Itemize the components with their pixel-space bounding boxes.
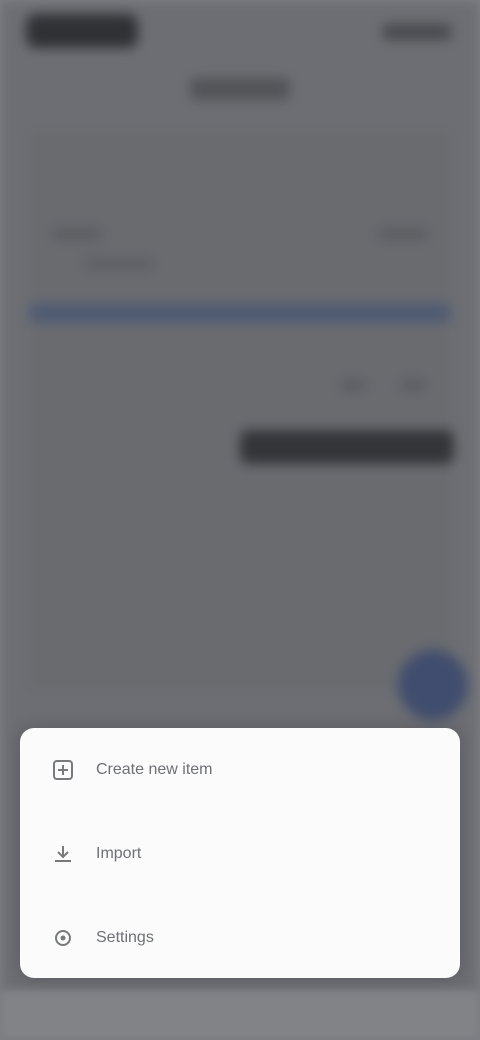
menu-item-label: Create new item: [96, 761, 213, 778]
menu-item-label: Import: [96, 845, 142, 862]
system-navigation-bar: [0, 990, 480, 1040]
bottom-sheet-menu: Create new item Import Settings: [20, 728, 460, 978]
add-box-icon: [50, 757, 76, 783]
gear-icon: [50, 925, 76, 951]
menu-item-import[interactable]: Import: [20, 812, 460, 896]
download-icon: [50, 841, 76, 867]
menu-item-create[interactable]: Create new item: [20, 728, 460, 812]
menu-item-settings[interactable]: Settings: [20, 896, 460, 978]
menu-item-label: Settings: [96, 929, 154, 946]
